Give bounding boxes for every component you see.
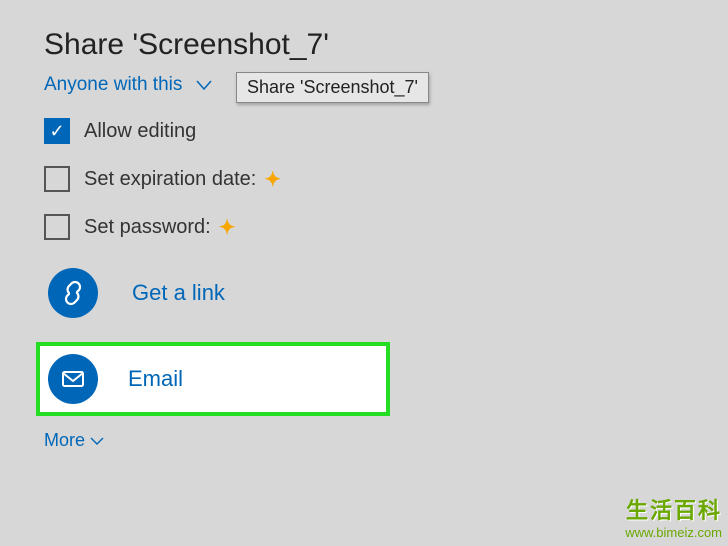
plus-icon: ✦ (219, 215, 236, 240)
watermark-title: 生活百科 (625, 493, 722, 525)
chevron-down-icon (194, 75, 214, 95)
permission-scope-selector[interactable]: Anyone with this Share 'Screenshot_7' (44, 74, 728, 96)
expiration-checkbox[interactable] (44, 166, 70, 192)
more-toggle[interactable]: More (44, 430, 728, 451)
tooltip: Share 'Screenshot_7' (236, 72, 429, 103)
allow-editing-checkbox[interactable]: ✓ (44, 118, 70, 144)
email-button[interactable] (48, 354, 98, 404)
allow-editing-option[interactable]: ✓ Allow editing (44, 118, 728, 144)
checkmark-icon: ✓ (49, 122, 64, 140)
expiration-label: Set expiration date: (84, 168, 256, 191)
watermark-url: www.bimeiz.com (625, 525, 722, 540)
dialog-title: Share 'Screenshot_7' (44, 28, 728, 62)
get-link-button[interactable] (48, 268, 98, 318)
password-checkbox[interactable] (44, 214, 70, 240)
permission-scope-label: Anyone with this (44, 74, 182, 96)
get-link-label: Get a link (132, 280, 225, 306)
more-label: More (44, 430, 85, 451)
chevron-down-icon (89, 433, 105, 449)
link-icon (59, 279, 87, 307)
watermark: 生活百科 www.bimeiz.com (625, 493, 722, 540)
plus-icon: ✦ (264, 167, 281, 192)
email-label: Email (128, 366, 183, 392)
password-label: Set password: (84, 216, 211, 239)
email-icon (60, 366, 86, 392)
email-row[interactable]: Email (36, 342, 390, 416)
set-password-option[interactable]: Set password: ✦ (44, 214, 728, 240)
get-link-row[interactable]: Get a link (44, 262, 728, 324)
allow-editing-label: Allow editing (84, 120, 196, 143)
set-expiration-option[interactable]: Set expiration date: ✦ (44, 166, 728, 192)
